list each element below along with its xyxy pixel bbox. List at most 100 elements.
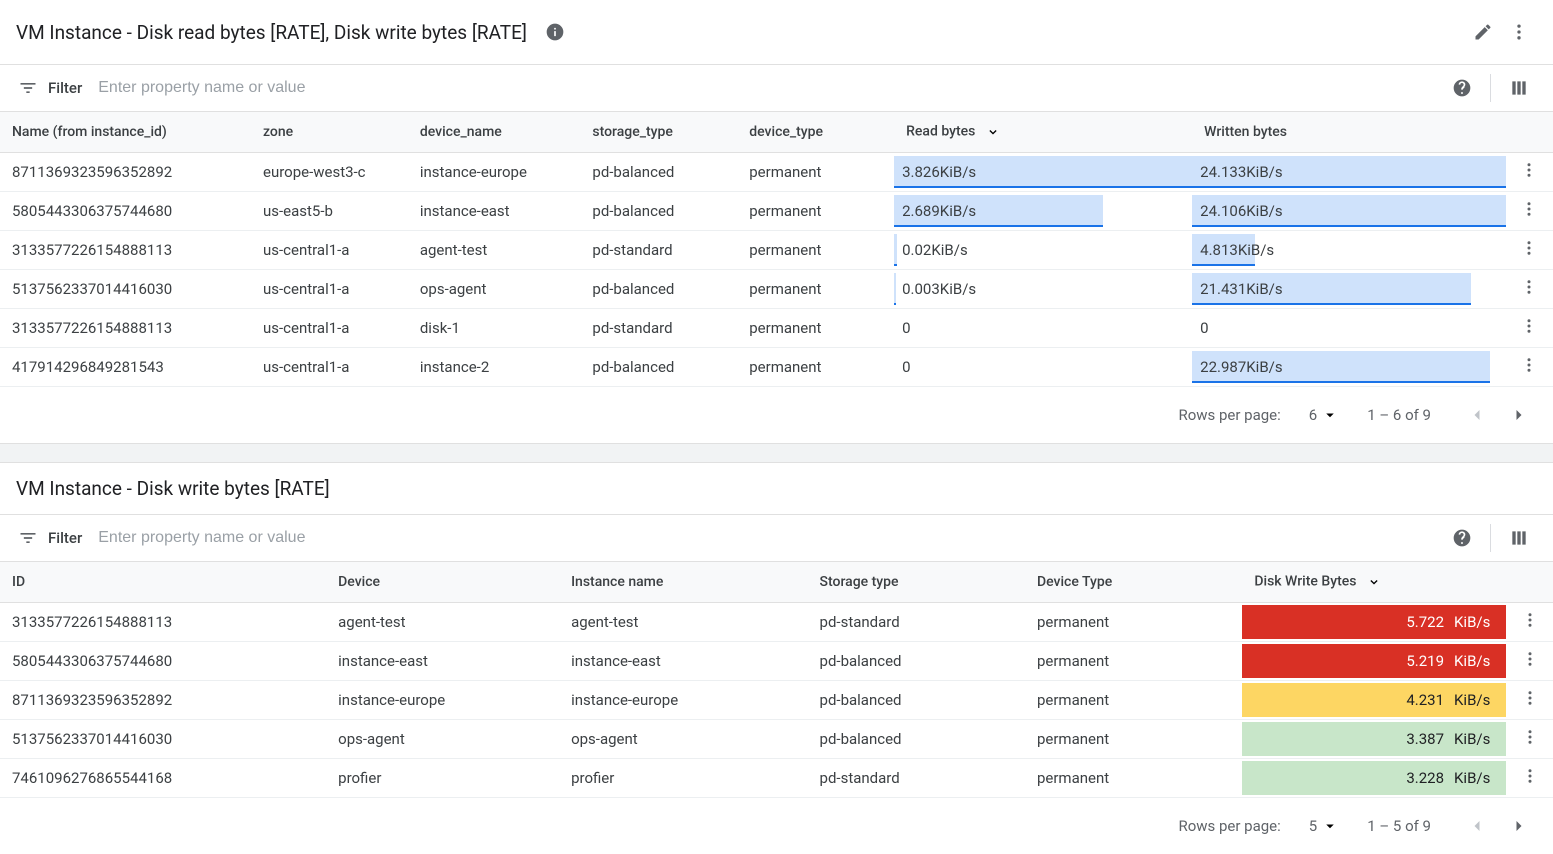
filter-bar: Filter: [0, 514, 1553, 562]
arrow-down-icon: [985, 126, 1001, 142]
cell-read-bytes: 0.02KiB/s: [894, 231, 1192, 270]
cell-id: 5137562337014416030: [0, 720, 326, 759]
cell-zone: us-central1-a: [251, 348, 408, 387]
cell-write-bytes: 5.219KiB/s: [1242, 642, 1506, 681]
col-instance[interactable]: Instance name: [559, 562, 807, 603]
row-menu-icon[interactable]: [1520, 161, 1538, 179]
table-row: 3133577226154888113 agent-test agent-tes…: [0, 603, 1553, 642]
cell-written-bytes: 24.106KiB/s: [1192, 192, 1506, 231]
row-menu-icon[interactable]: [1521, 611, 1539, 629]
row-menu-icon[interactable]: [1521, 689, 1539, 707]
cell-device: instance-east: [326, 642, 559, 681]
cell-read-bytes: 2.689KiB/s: [894, 192, 1192, 231]
cell-storage-type: pd-balanced: [580, 270, 737, 309]
cell-storage-type: pd-balanced: [580, 348, 737, 387]
filter-list-icon[interactable]: [16, 526, 40, 550]
cell-device-type: permanent: [737, 348, 894, 387]
table-row: 8711369323596352892 instance-europe inst…: [0, 681, 1553, 720]
filter-list-icon[interactable]: [16, 76, 40, 100]
cell-device-type: permanent: [737, 153, 894, 192]
cell-storage: pd-balanced: [808, 681, 1025, 720]
help-icon[interactable]: [1444, 520, 1480, 556]
rows-per-page-select[interactable]: 5: [1309, 817, 1339, 835]
cell-device-type: permanent: [737, 231, 894, 270]
card-title: VM Instance - Disk read bytes [RATE], Di…: [16, 21, 527, 44]
row-menu-icon[interactable]: [1521, 728, 1539, 746]
cell-name: 3133577226154888113: [0, 231, 251, 270]
next-page-icon[interactable]: [1501, 397, 1537, 433]
col-zone[interactable]: zone: [251, 112, 408, 153]
cell-read-bytes: 0: [894, 348, 1192, 387]
row-menu-icon[interactable]: [1520, 278, 1538, 296]
col-device-name[interactable]: device_name: [408, 112, 581, 153]
rows-per-page-label: Rows per page:: [1178, 406, 1280, 424]
cell-device-type: permanent: [737, 309, 894, 348]
cell-read-bytes: 0: [894, 309, 1192, 348]
columns-icon[interactable]: [1501, 70, 1537, 106]
cell-write-bytes: 4.231KiB/s: [1242, 681, 1506, 720]
cell-storage: pd-balanced: [808, 720, 1025, 759]
info-icon[interactable]: [537, 14, 573, 50]
cell-instance: instance-east: [559, 642, 807, 681]
card-title: VM Instance - Disk write bytes [RATE]: [16, 477, 330, 500]
cell-device-name: instance-2: [408, 348, 581, 387]
cell-instance: profier: [559, 759, 807, 798]
col-write-bytes[interactable]: Disk Write Bytes: [1242, 562, 1506, 603]
cell-device-type: permanent: [737, 270, 894, 309]
cell-id: 5805443306375744680: [0, 642, 326, 681]
cell-name: 5137562337014416030: [0, 270, 251, 309]
more-vert-icon[interactable]: [1501, 14, 1537, 50]
columns-icon[interactable]: [1501, 520, 1537, 556]
col-written-bytes[interactable]: Written bytes: [1192, 112, 1506, 153]
edit-icon[interactable]: [1465, 14, 1501, 50]
next-page-icon[interactable]: [1501, 808, 1537, 844]
cell-device: agent-test: [326, 603, 559, 642]
cell-id: 7461096276865544168: [0, 759, 326, 798]
cell-storage: pd-balanced: [808, 642, 1025, 681]
row-menu-icon[interactable]: [1520, 356, 1538, 374]
col-id[interactable]: ID: [0, 562, 326, 603]
col-storage-type[interactable]: storage_type: [580, 112, 737, 153]
cell-device-name: disk-1: [408, 309, 581, 348]
cell-device-type: permanent: [1025, 642, 1242, 681]
row-menu-icon[interactable]: [1520, 239, 1538, 257]
table-row: 5805443306375744680 us-east5-b instance-…: [0, 192, 1553, 231]
prev-page-icon[interactable]: [1459, 808, 1495, 844]
cell-id: 3133577226154888113: [0, 603, 326, 642]
col-name[interactable]: Name (from instance_id): [0, 112, 251, 153]
cell-device-name: ops-agent: [408, 270, 581, 309]
cell-device-type: permanent: [1025, 603, 1242, 642]
cell-zone: europe-west3-c: [251, 153, 408, 192]
row-menu-icon[interactable]: [1521, 767, 1539, 785]
help-icon[interactable]: [1444, 70, 1480, 106]
table-disk-rw: Name (from instance_id) zone device_name…: [0, 112, 1553, 387]
cell-write-bytes: 3.228KiB/s: [1242, 759, 1506, 798]
row-menu-icon[interactable]: [1520, 200, 1538, 218]
row-menu-icon[interactable]: [1521, 650, 1539, 668]
table-row: 3133577226154888113 us-central1-a agent-…: [0, 231, 1553, 270]
rows-per-page-select[interactable]: 6: [1309, 406, 1339, 424]
filter-input[interactable]: [90, 523, 430, 553]
row-menu-icon[interactable]: [1520, 317, 1538, 335]
cell-zone: us-central1-a: [251, 309, 408, 348]
col-read-bytes[interactable]: Read bytes: [894, 112, 1192, 153]
cell-zone: us-central1-a: [251, 270, 408, 309]
cell-storage: pd-standard: [808, 603, 1025, 642]
cell-zone: us-east5-b: [251, 192, 408, 231]
cell-written-bytes: 24.133KiB/s: [1192, 153, 1506, 192]
col-device-type[interactable]: device_type: [737, 112, 894, 153]
cell-storage-type: pd-balanced: [580, 153, 737, 192]
col-device[interactable]: Device: [326, 562, 559, 603]
cell-device-name: agent-test: [408, 231, 581, 270]
col-device-type[interactable]: Device Type: [1025, 562, 1242, 603]
prev-page-icon[interactable]: [1459, 397, 1495, 433]
cell-name: 417914296849281543: [0, 348, 251, 387]
cell-device: ops-agent: [326, 720, 559, 759]
cell-storage-type: pd-standard: [580, 231, 737, 270]
cell-write-bytes: 3.387KiB/s: [1242, 720, 1506, 759]
cell-device-type: permanent: [737, 192, 894, 231]
col-storage[interactable]: Storage type: [808, 562, 1025, 603]
page-range: 1 – 5 of 9: [1367, 817, 1431, 835]
filter-input[interactable]: [90, 73, 430, 103]
cell-written-bytes: 22.987KiB/s: [1192, 348, 1506, 387]
